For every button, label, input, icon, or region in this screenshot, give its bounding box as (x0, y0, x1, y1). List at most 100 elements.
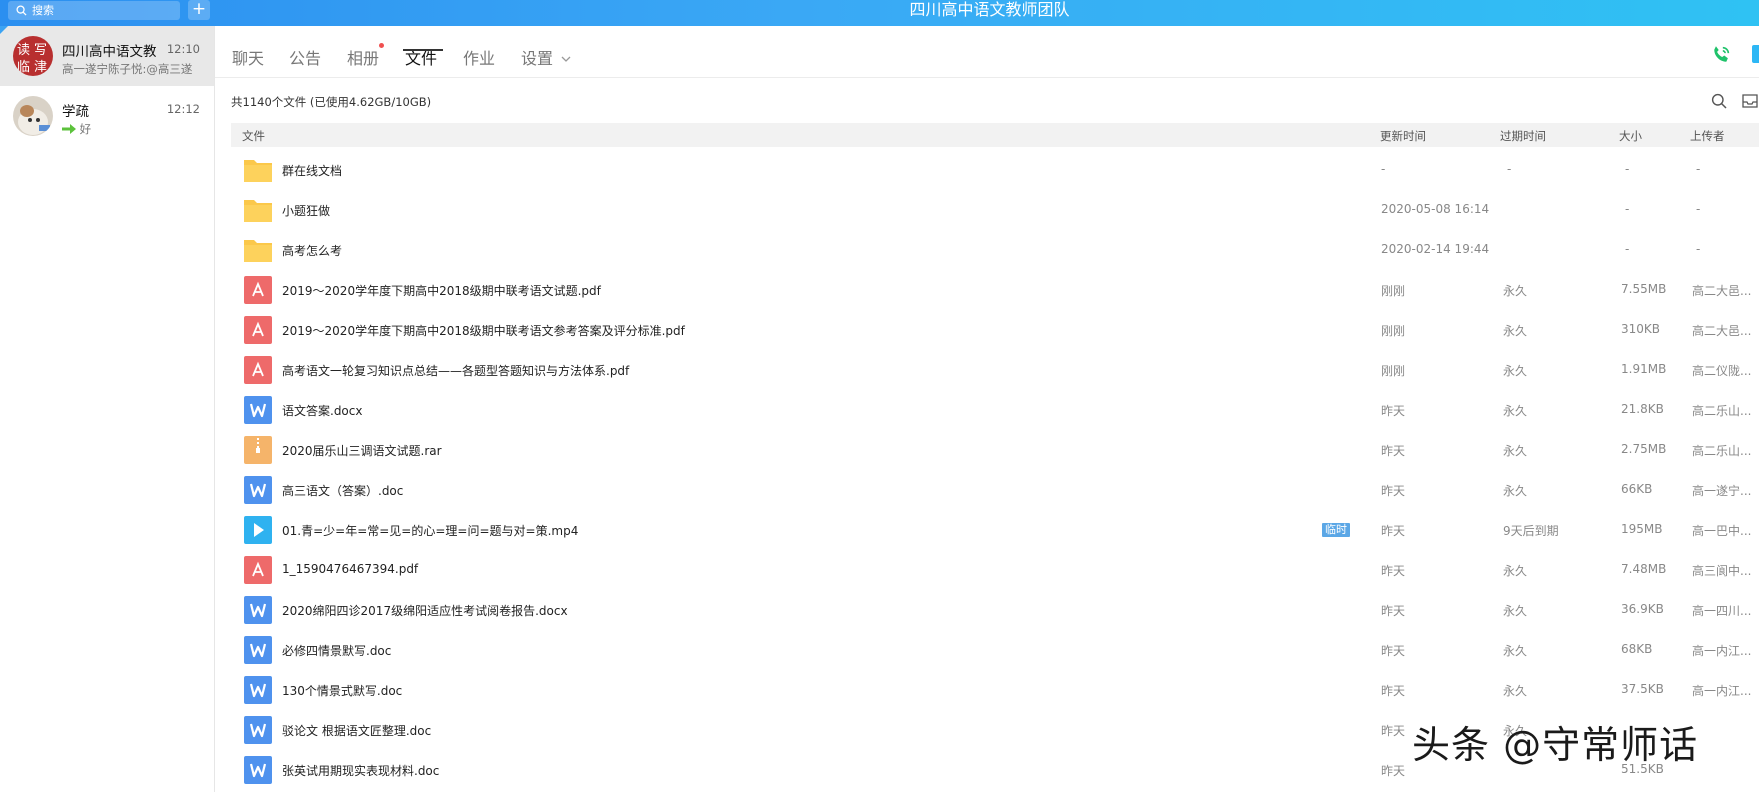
screen-share-icon[interactable] (1752, 45, 1759, 63)
file-name[interactable]: 2019～2020学年度下期高中2018级期中联考语文试题.pdf (282, 282, 601, 299)
session-time: 12:10 (166, 42, 200, 56)
file-name[interactable]: 张英试用期现实表现材料.doc (282, 762, 439, 779)
file-row[interactable]: 高三语文（答案）.doc 昨天 永久 66KB 高一遂宁... (231, 470, 1759, 510)
file-name[interactable]: 必修四情景默写.doc (282, 642, 391, 659)
file-name[interactable]: 130个情景式默写.doc (282, 682, 402, 699)
file-expires: 永久 (1503, 444, 1528, 458)
add-button[interactable]: + (188, 0, 210, 20)
file-updated: 昨天 (1381, 604, 1406, 618)
title-bar: 搜索 + 四川高中语文教师团队 (0, 0, 1759, 26)
file-row[interactable]: 语文答案.docx 昨天 永久 21.8KB 高二乐山... (231, 390, 1759, 430)
pdf-file-icon (243, 316, 273, 344)
tab-chat[interactable]: 聊天 (232, 45, 264, 69)
file-expires: 9天后到期 (1503, 524, 1559, 538)
file-updated: 昨天 (1381, 764, 1406, 778)
word-file-icon (243, 636, 273, 664)
column-header-size[interactable]: 大小 (1619, 128, 1642, 144)
session-time: 12:12 (166, 102, 200, 116)
file-name[interactable]: 2020届乐山三调语文试题.rar (282, 442, 442, 459)
file-updated: 昨天 (1381, 524, 1406, 538)
file-updated: 昨天 (1381, 404, 1406, 418)
file-name[interactable]: 高三语文（答案）.doc (282, 482, 403, 499)
pdf-file-icon (243, 556, 273, 584)
file-row[interactable]: 群在线文档 - - - - (231, 150, 1759, 190)
tab-announcement[interactable]: 公告 (289, 45, 321, 69)
file-name[interactable]: 驳论文 根据语文匠整理.doc (282, 722, 431, 739)
cat-icon (13, 96, 53, 136)
file-row[interactable]: 2019～2020学年度下期高中2018级期中联考语文试题.pdf 刚刚 永久 7.5… (231, 270, 1759, 310)
file-expires: 永久 (1503, 324, 1528, 338)
column-header-expires[interactable]: 过期时间 (1500, 128, 1546, 144)
file-size: - (1625, 242, 1630, 256)
file-name[interactable]: 语文答案.docx (282, 402, 362, 419)
file-expires: 永久 (1503, 604, 1528, 618)
file-row[interactable]: 2020绵阳四诊2017级绵阳适应性考试阅卷报告.docx 昨天 永久 36.9KB 高… (231, 590, 1759, 630)
svg-text:读: 读 (17, 43, 30, 58)
file-name[interactable]: 1_1590476467394.pdf (282, 562, 418, 576)
column-header-uploader[interactable]: 上传者 (1690, 128, 1725, 144)
file-size: 310KB (1621, 322, 1661, 336)
group-avatar: 读 写 临 津 (13, 36, 53, 76)
file-row[interactable]: 2019～2020学年度下期高中2018级期中联考语文参考答案及评分标准.pdf… (231, 310, 1759, 350)
file-uploader: 高一巴中... (1692, 524, 1752, 538)
search-input[interactable]: 搜索 (8, 1, 180, 20)
column-header-updated[interactable]: 更新时间 (1380, 128, 1426, 144)
svg-text:写: 写 (34, 43, 47, 58)
file-expires: 永久 (1503, 284, 1528, 298)
file-row[interactable]: 高考怎么考 2020-02-14 19:44 - - (231, 230, 1759, 270)
file-uploader: 高一内江... (1692, 644, 1752, 658)
session-item-xueshu[interactable]: 学疏 12:12 好 (0, 86, 214, 146)
video-file-icon (243, 516, 273, 544)
file-updated: 昨天 (1381, 644, 1406, 658)
file-table-header: 文件 更新时间 过期时间 大小 上传者 (231, 123, 1759, 147)
column-header-file[interactable]: 文件 (242, 128, 265, 144)
word-file-icon (243, 716, 273, 744)
cat-avatar (13, 96, 53, 136)
tab-homework[interactable]: 作业 (463, 45, 495, 69)
file-size: 36.9KB (1621, 602, 1664, 616)
tab-settings-label: 设置 (521, 49, 554, 68)
file-name[interactable]: 群在线文档 (282, 162, 342, 179)
session-name: 学疏 (62, 104, 89, 120)
session-item-group[interactable]: 读 写 临 津 四川高中语文教 12:10 高一遂宁陈子悦:@高三遂 (0, 26, 214, 86)
file-name[interactable]: 2019～2020学年度下期高中2018级期中联考语文参考答案及评分标准.pdf (282, 322, 685, 339)
phone-icon[interactable] (1710, 44, 1732, 66)
file-row[interactable]: 130个情景式默写.doc 昨天 永久 37.5KB 高一内江... (231, 670, 1759, 710)
folder-icon (243, 156, 273, 184)
watermark: 头条 @守常师话 (1412, 723, 1699, 767)
folder-icon (243, 196, 273, 224)
tab-settings[interactable]: 设置 (521, 45, 571, 69)
inbox-icon[interactable] (1741, 93, 1759, 109)
word-file-icon (243, 676, 273, 704)
file-size: 7.55MB (1621, 282, 1667, 296)
file-uploader: 高一四川... (1692, 604, 1752, 618)
file-name[interactable]: 高考怎么考 (282, 242, 342, 259)
file-size: 21.8KB (1621, 402, 1664, 416)
file-row[interactable]: 必修四情景默写.doc 昨天 永久 68KB 高一内江... (231, 630, 1759, 670)
word-file-icon (243, 476, 273, 504)
file-name[interactable]: 01.青=少=年=常=见=的心=理=问=题与对=策.mp4 (282, 522, 578, 539)
file-updated: - (1381, 162, 1386, 176)
file-name[interactable]: 小题狂做 (282, 202, 330, 219)
file-row[interactable]: 高考语文一轮复习知识点总结——各题型答题知识与方法体系.pdf 刚刚 永久 1.91M… (231, 350, 1759, 390)
file-uploader: 高二仪陇... (1692, 364, 1752, 378)
file-name[interactable]: 高考语文一轮复习知识点总结——各题型答题知识与方法体系.pdf (282, 362, 629, 379)
session-preview: 好 (62, 121, 200, 137)
green-arrow-icon (62, 124, 76, 134)
file-updated: 刚刚 (1381, 364, 1406, 378)
file-uploader: 高三阆中... (1692, 564, 1752, 578)
file-row[interactable]: 01.青=少=年=常=见=的心=理=问=题与对=策.mp4 临时 昨天 9天后到期 19… (231, 510, 1759, 550)
file-name[interactable]: 2020绵阳四诊2017级绵阳适应性考试阅卷报告.docx (282, 602, 568, 619)
file-size: 37.5KB (1621, 682, 1664, 696)
file-search-icon[interactable] (1711, 93, 1727, 109)
search-icon (16, 5, 27, 16)
file-size: 195MB (1621, 522, 1663, 536)
file-uploader: 高一遂宁... (1692, 484, 1752, 498)
file-expires: 永久 (1503, 684, 1528, 698)
file-row[interactable]: 2020届乐山三调语文试题.rar 昨天 永久 2.75MB 高二乐山... (231, 430, 1759, 470)
file-row[interactable]: 1_1590476467394.pdf 昨天 永久 7.48MB 高三阆中... (231, 550, 1759, 590)
window-title: 四川高中语文教师团队 (909, 0, 1070, 19)
calligraphy-icon: 读 写 临 津 (13, 36, 53, 76)
tab-album[interactable]: 相册 (347, 45, 379, 69)
file-row[interactable]: 小题狂做 2020-05-08 16:14 - - (231, 190, 1759, 230)
